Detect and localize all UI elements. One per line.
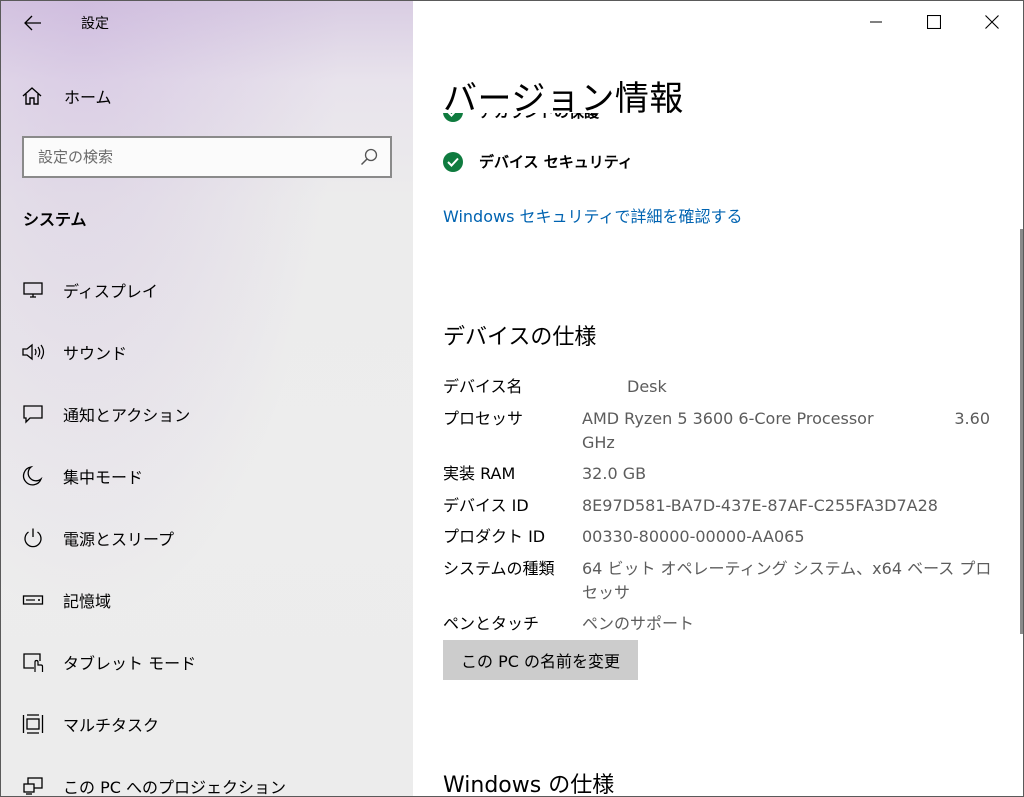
spec-row-product-id: プロダクト ID 00330-80000-00000-AA065 <box>443 525 1003 549</box>
windows-specs-heading: Windows の仕様 <box>443 773 615 797</box>
notification-icon <box>21 402 45 426</box>
sidebar-item-home[interactable]: ホーム <box>21 81 391 111</box>
power-icon <box>21 526 45 550</box>
spec-value: 00330-80000-00000-AA065 <box>582 527 805 546</box>
spec-label: ペンとタッチ <box>443 614 540 633</box>
sidebar-item-label: 記憶域 <box>63 592 112 611</box>
processor-unit: GHz <box>582 432 615 452</box>
spec-label: プロダクト ID <box>443 527 546 546</box>
search-icon[interactable] <box>360 148 378 166</box>
processor-name: AMD Ryzen 5 3600 6-Core Processor <box>582 408 874 428</box>
sidebar-nav: ディスプレイ サウンド 通知とアクション 集中モード 電源とスリープ 記憶域 タ… <box>1 259 413 797</box>
status-row-device-security: デバイス セキュリティ <box>443 151 633 172</box>
storage-icon <box>21 588 45 612</box>
spec-label: デバイス ID <box>443 495 529 515</box>
projection-icon <box>21 774 45 796</box>
spec-label: システムの種類 <box>443 558 555 578</box>
sidebar-item-label: 集中モード <box>63 468 144 487</box>
spec-label: 実装 RAM <box>443 464 516 483</box>
status-label: アカウントの保護 <box>479 113 599 122</box>
spec-row-ram: 実装 RAM 32.0 GB <box>443 462 1003 486</box>
sidebar-item-label: サウンド <box>63 344 128 363</box>
clipped-status-row: アカウントの保護 <box>443 113 843 133</box>
home-label: ホーム <box>64 88 112 107</box>
spec-label: デバイス名 <box>443 377 523 396</box>
sidebar-item-notifications[interactable]: 通知とアクション <box>1 383 413 445</box>
spec-row-pen-touch: ペンとタッチ ペンのサポート <box>443 612 1003 636</box>
sidebar-item-label: タブレット モード <box>63 654 197 673</box>
sidebar-item-label: マルチタスク <box>63 716 160 735</box>
spec-value: ペンのサポート <box>582 614 695 633</box>
spec-row-processor: プロセッサ AMD Ryzen 5 3600 6-Core Processor … <box>443 407 1003 455</box>
sidebar-item-tablet[interactable]: タブレット モード <box>1 631 413 693</box>
section-title-system: システム <box>23 210 87 229</box>
display-icon <box>21 278 45 302</box>
sidebar-item-label: ディスプレイ <box>63 282 158 301</box>
search-input[interactable] <box>38 148 360 166</box>
tablet-icon <box>21 650 45 674</box>
device-specs-heading: デバイスの仕様 <box>443 325 597 350</box>
multitask-icon <box>21 712 45 736</box>
settings-search[interactable] <box>22 136 392 178</box>
spec-value: AMD Ryzen 5 3600 6-Core Processor 3.60 G… <box>582 407 1003 455</box>
device-specs-table: デバイス名 Desk プロセッサ AMD Ryzen 5 3600 6-Core… <box>443 375 1003 644</box>
back-arrow-icon <box>24 15 41 31</box>
sidebar-item-storage[interactable]: 記憶域 <box>1 569 413 631</box>
spec-value: 64 ビット オペレーティング システム、x64 ベース プロセッサ <box>582 558 992 602</box>
check-icon <box>443 113 463 122</box>
back-button[interactable] <box>19 9 47 37</box>
spec-row-system-type: システムの種類 64 ビット オペレーティング システム、x64 ベース プロセ… <box>443 557 1003 605</box>
maximize-icon <box>927 15 941 29</box>
rename-pc-button[interactable]: この PC の名前を変更 <box>443 640 638 680</box>
processor-speed: 3.60 <box>954 408 990 428</box>
sidebar-item-projection[interactable]: この PC へのプロジェクション <box>1 755 413 797</box>
sidebar-item-label: この PC へのプロジェクション <box>63 778 286 797</box>
sidebar-item-multitasking[interactable]: マルチタスク <box>1 693 413 755</box>
spec-row-device-id: デバイス ID 8E97D581-BA7D-437E-87AF-C255FA3D… <box>443 494 1003 518</box>
check-icon <box>443 151 463 172</box>
moon-icon <box>21 464 45 488</box>
settings-window: 設定 ホーム システム ディスプレイ <box>0 0 1024 797</box>
home-icon <box>21 86 47 106</box>
minimize-icon <box>870 21 882 23</box>
sidebar-item-label: 電源とスリープ <box>63 530 175 549</box>
spec-value: Desk <box>627 377 667 396</box>
spec-value: 32.0 GB <box>582 464 647 483</box>
spec-row-device-name: デバイス名 Desk <box>443 375 1003 399</box>
security-details-link[interactable]: Windows セキュリティで詳細を確認する <box>443 203 743 227</box>
status-label: デバイス セキュリティ <box>479 153 633 171</box>
close-button[interactable] <box>969 1 1015 43</box>
app-title: 設定 <box>81 16 109 32</box>
spec-label: プロセッサ <box>443 408 524 428</box>
sidebar-item-sound[interactable]: サウンド <box>1 321 413 383</box>
sidebar-item-label: 通知とアクション <box>63 406 191 425</box>
sidebar-item-power[interactable]: 電源とスリープ <box>1 507 413 569</box>
sidebar-item-display[interactable]: ディスプレイ <box>1 259 413 321</box>
close-icon <box>985 15 999 29</box>
minimize-button[interactable] <box>853 1 899 43</box>
sidebar: 設定 ホーム システム ディスプレイ <box>1 1 413 797</box>
scrollbar[interactable] <box>1020 229 1023 634</box>
sidebar-item-focus[interactable]: 集中モード <box>1 445 413 507</box>
spec-value: 8E97D581-BA7D-437E-87AF-C255FA3D7A28 <box>582 495 938 515</box>
maximize-button[interactable] <box>911 1 957 43</box>
main-content: バージョン情報 アカウントの保護 デバイス セキュリティ Windows セキュ… <box>413 1 1023 797</box>
speaker-icon <box>21 340 45 364</box>
